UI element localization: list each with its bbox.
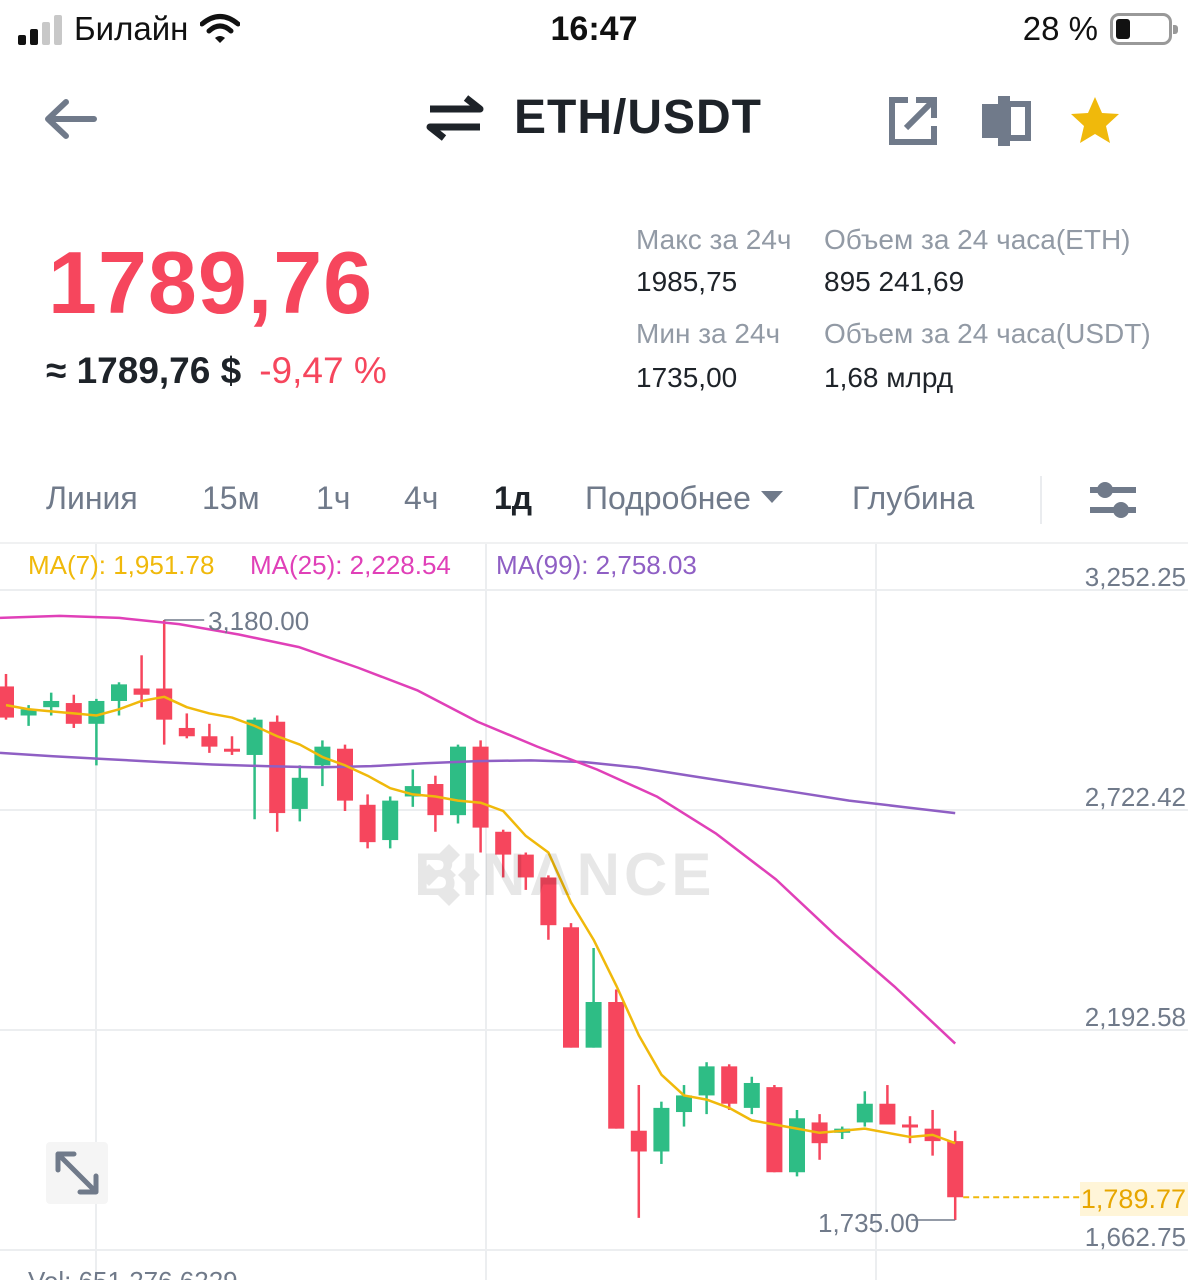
candle-down: [156, 688, 173, 720]
candle-up: [291, 777, 308, 809]
status-time: 16:47: [550, 10, 638, 48]
y-axis-label: 3,252.25: [1084, 562, 1186, 592]
split-view-button[interactable]: [978, 94, 1032, 148]
candle-up: [88, 700, 105, 724]
status-bar: Билайн 16:47 28 %: [0, 0, 1188, 60]
candle-down: [337, 748, 353, 801]
back-arrow-icon: [45, 99, 97, 139]
candle-down: [630, 1130, 647, 1152]
ma99-legend: MA(99): 2,758.03: [496, 550, 697, 580]
candle-down: [0, 686, 14, 718]
high-value: 1985,75: [636, 266, 738, 297]
split-view-icon: [982, 96, 1031, 146]
share-icon: [889, 97, 937, 145]
candle-up: [382, 800, 399, 841]
tab-divider: [1040, 476, 1042, 524]
star-icon: [1071, 97, 1119, 143]
pair-title: ETH/USDT: [514, 91, 762, 144]
last-price-marker: 1,789.77: [1080, 1182, 1188, 1216]
y-axis-label: 2,722.42: [1084, 782, 1186, 812]
candle-down: [201, 736, 218, 747]
candle-up: [856, 1103, 873, 1123]
status-right: 28 %: [1022, 10, 1178, 48]
back-button[interactable]: [40, 94, 100, 144]
battery-percent: 28 %: [1022, 10, 1098, 47]
candle-down: [608, 1002, 625, 1129]
low-marker-label: 1,735.00: [818, 1208, 920, 1238]
battery-icon: [1110, 13, 1178, 45]
low-label: Мин за 24ч: [636, 318, 781, 349]
header: ETH/USDT: [0, 80, 1188, 164]
ma25-legend: MA(25): 2,228.54: [250, 550, 451, 580]
low-value: 1735,00: [636, 362, 738, 393]
volume-label: Vol: 651,276.6229: [28, 1266, 238, 1280]
tab-15m[interactable]: 15м: [202, 480, 260, 517]
candle-down: [359, 804, 376, 843]
chart-settings-button[interactable]: [1088, 478, 1138, 522]
tab-depth[interactable]: Глубина: [852, 480, 974, 517]
candle-down: [766, 1087, 783, 1173]
candle-down: [721, 1066, 738, 1104]
volume-quote-label: Объем за 24 часа(USDT): [824, 318, 1151, 349]
candle-up: [653, 1107, 670, 1152]
kline-chart[interactable]: BINANCE MA(7): 1,951.78 MA(25): 2,228.54…: [0, 544, 1188, 1280]
candle-up: [743, 1082, 760, 1108]
candle-up: [585, 1002, 602, 1048]
y-axis-label: 2,192.58: [1084, 1002, 1186, 1032]
price-change: -9,47 %: [259, 350, 387, 391]
candle-up: [698, 1066, 715, 1096]
swap-icon: [426, 94, 484, 141]
sliders-icon: [1090, 482, 1136, 518]
candle-down: [563, 927, 579, 1048]
candle-down: [224, 748, 240, 752]
candle-down: [902, 1124, 918, 1128]
candle-down: [427, 784, 444, 816]
chevron-down-icon: [760, 490, 783, 503]
candle-down: [947, 1141, 964, 1198]
y-axis-label: 1,662.75: [1084, 1222, 1186, 1252]
tab-more[interactable]: Подробнее: [585, 480, 783, 517]
chart-canvas[interactable]: [0, 544, 1188, 1280]
candle-down: [178, 727, 195, 737]
tab-1d[interactable]: 1д: [494, 480, 532, 517]
fullscreen-button[interactable]: [46, 1142, 108, 1204]
candle-down: [133, 688, 150, 695]
price-sub: ≈ 1789,76 $ -9,47 %: [46, 350, 387, 392]
ma25-line: [0, 614, 957, 1045]
candle-up: [450, 746, 466, 816]
tab-more-label: Подробнее: [585, 480, 751, 516]
candle-up: [676, 1095, 692, 1113]
tab-line[interactable]: Линия: [46, 480, 138, 517]
share-button[interactable]: [886, 94, 940, 148]
last-price: 1789,76: [48, 233, 374, 332]
watermark: BINANCE: [414, 840, 715, 909]
expand-icon: [55, 1151, 99, 1195]
high-label: Макс за 24ч: [636, 224, 792, 255]
volume-base-value: 895 241,69: [824, 266, 965, 297]
interval-tabs: Линия 15м 1ч 4ч 1д Подробнее Глубина: [0, 476, 1188, 532]
binance-logo-icon: [418, 844, 480, 906]
price-usd: ≈ 1789,76 $: [46, 350, 242, 391]
tab-1h[interactable]: 1ч: [316, 480, 350, 517]
high-marker-label: 3,180.00: [208, 606, 310, 636]
tab-4h[interactable]: 4ч: [404, 480, 438, 517]
candle-down: [879, 1103, 896, 1125]
candle-up: [111, 684, 127, 701]
volume-quote-value: 1,68 млрд: [824, 362, 954, 393]
favorite-button[interactable]: [1068, 94, 1122, 148]
ma7-legend: MA(7): 1,951.78: [28, 550, 215, 580]
pair-selector[interactable]: ETH/USDT: [426, 90, 762, 145]
candle-up: [43, 700, 60, 708]
candle-down: [472, 746, 489, 828]
volume-base-label: Объем за 24 часа(ETH): [824, 224, 1131, 255]
